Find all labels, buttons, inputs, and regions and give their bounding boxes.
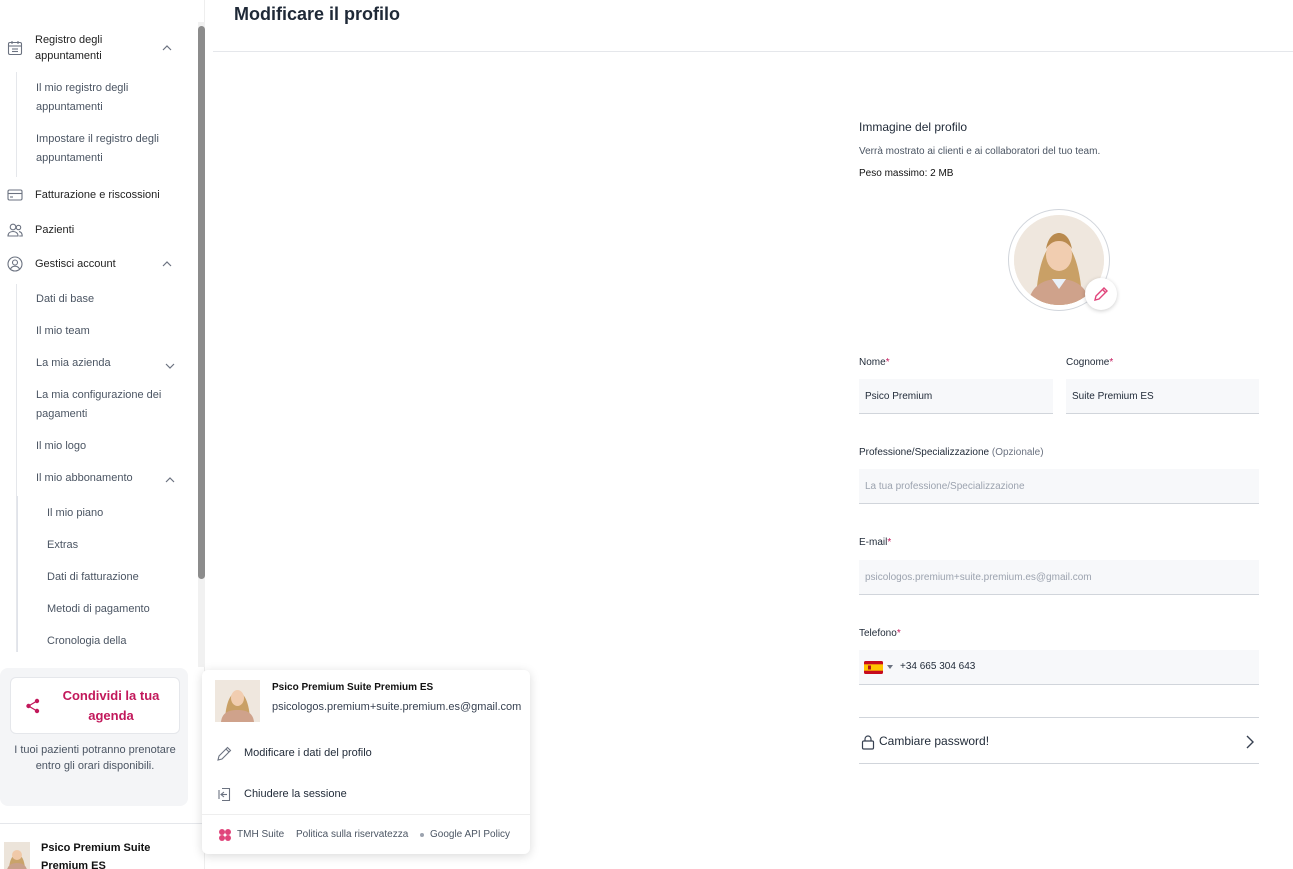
share-icon	[26, 698, 40, 714]
cognome-input[interactable]: Suite Premium ES	[1066, 379, 1259, 414]
submenu-line	[16, 72, 17, 177]
sidebar-sub-azienda[interactable]: La mia azienda	[36, 354, 171, 373]
sidebar-sub-cronologia[interactable]: Cronologia della	[47, 632, 127, 651]
optional-mark: (Opzionale)	[991, 447, 1044, 458]
sidebar-item-pazienti[interactable]: Pazienti	[35, 222, 74, 238]
telefono-label: Telefono*	[859, 628, 901, 639]
caret-down-icon[interactable]	[887, 665, 893, 669]
telefono-label-text: Telefono	[859, 628, 897, 639]
chevron-right-icon	[1246, 735, 1254, 749]
profile-image-title: Immagine del profilo	[859, 120, 968, 134]
menu-user-name: Psico Premium Suite Premium ES	[272, 682, 434, 693]
logout-menu-item[interactable]: Chiudere la sessione	[214, 783, 514, 807]
sidebar-sub-piano[interactable]: Il mio piano	[47, 504, 103, 523]
account-circle-icon	[7, 256, 23, 272]
professione-input[interactable]: La tua professione/Specializzazione	[859, 469, 1259, 504]
pencil-icon	[217, 746, 232, 761]
separator-dot	[420, 833, 424, 837]
menu-user-email: psicologos.premium+suite.premium.es@gmai…	[272, 701, 522, 713]
sidebar-nav: Registro degli appuntamenti Il mio regis…	[0, 0, 198, 660]
avatar	[215, 680, 260, 722]
required-mark: *	[887, 537, 892, 548]
profile-image-max-weight: Peso massimo: 2 MB	[859, 168, 954, 179]
email-label: E-mail*	[859, 537, 891, 548]
brand-name: TMH Suite	[237, 829, 285, 840]
chevron-up-icon[interactable]	[164, 474, 176, 486]
sidebar-sub-metodi[interactable]: Metodi di pagamento	[47, 600, 150, 619]
required-mark: *	[896, 628, 901, 639]
pencil-icon	[1094, 287, 1108, 301]
google-api-policy-link[interactable]: Google API Policy	[430, 829, 510, 840]
nome-input[interactable]: Psico Premium	[859, 379, 1053, 414]
edit-profile-label: Modificare i dati del profilo	[244, 747, 372, 759]
share-agenda-label: Condividi la tua agenda	[62, 688, 160, 723]
credit-card-icon	[7, 187, 23, 203]
chevron-up-icon[interactable]	[161, 258, 173, 270]
professione-label-text: Professione/Specializzazione	[859, 447, 990, 458]
share-agenda-card: Condividi la tua agenda I tuoi pazienti …	[0, 668, 188, 806]
nome-label-text: Nome	[859, 357, 886, 368]
menu-footer: TMH Suite Politica sulla riservatezza Go…	[202, 814, 530, 854]
sidebar-item-fatturazione[interactable]: Fatturazione e riscossioni	[35, 187, 160, 203]
avatar	[4, 842, 30, 869]
sidebar-sub-abbonamento[interactable]: Il mio abbonamento	[36, 469, 171, 488]
required-mark: *	[885, 357, 890, 368]
sidebar-item-registro[interactable]: Registro degli appuntamenti	[35, 32, 145, 64]
header-divider	[213, 51, 1293, 52]
spain-flag-icon[interactable]	[864, 661, 883, 674]
chevron-up-icon[interactable]	[161, 42, 173, 54]
sidebar-sub-pagamenti[interactable]: La mia configurazione dei pagamenti	[36, 386, 166, 424]
sidebar-sub-dati-base[interactable]: Dati di base	[36, 290, 171, 309]
user-name: Psico Premium Suite Premium ES	[41, 842, 151, 869]
sidebar: Registro degli appuntamenti Il mio regis…	[0, 0, 205, 869]
edit-profile-menu-item[interactable]: Modificare i dati del profilo	[214, 742, 514, 766]
tmh-logo-icon	[219, 829, 231, 841]
sidebar-sub-extras[interactable]: Extras	[47, 536, 78, 555]
change-password-label: Cambiare password!	[879, 734, 990, 748]
share-agenda-button[interactable]: Condividi la tua agenda	[10, 677, 180, 734]
share-agenda-description: I tuoi pazienti potranno prenotare entro…	[14, 744, 176, 772]
calendar-icon	[7, 40, 23, 56]
privacy-policy-link[interactable]: Politica sulla riservatezza	[296, 829, 408, 840]
cognome-label-text: Cognome	[1066, 357, 1110, 368]
required-mark: *	[1109, 357, 1114, 368]
sidebar-sub-logo[interactable]: Il mio logo	[36, 437, 171, 456]
cognome-label: Cognome*	[1066, 357, 1113, 368]
nome-label: Nome*	[859, 357, 890, 368]
profile-image-description: Verrà mostrato ai clienti e ai collabora…	[859, 146, 1101, 157]
lock-icon	[861, 735, 875, 750]
logout-icon	[218, 787, 231, 802]
users-icon	[7, 222, 23, 238]
submenu-line	[17, 496, 18, 652]
logout-label: Chiudere la sessione	[244, 788, 347, 800]
sidebar-sub-registro-impostare[interactable]: Impostare il registro degli appuntamenti	[36, 130, 171, 168]
profile-menu: Psico Premium Suite Premium ES psicologo…	[202, 670, 530, 854]
user-footer[interactable]: Psico Premium Suite Premium ES	[0, 823, 205, 869]
edit-photo-button[interactable]	[1085, 278, 1117, 310]
email-label-text: E-mail	[859, 537, 888, 548]
professione-label: Professione/Specializzazione (Opzionale)	[859, 447, 1044, 458]
scrollbar-thumb[interactable]	[198, 26, 205, 579]
page-title: Modificare il profilo	[234, 4, 401, 24]
sidebar-sub-dati-fatturazione[interactable]: Dati di fatturazione	[47, 568, 139, 587]
change-password-row[interactable]: Cambiare password!	[859, 717, 1259, 764]
sidebar-sub-team[interactable]: Il mio team	[36, 322, 171, 341]
sidebar-item-account[interactable]: Gestisci account	[35, 256, 116, 272]
chevron-down-icon[interactable]	[164, 360, 176, 372]
telefono-value: +34 665 304 643	[900, 661, 976, 672]
sidebar-sub-registro-mio[interactable]: Il mio registro degli appuntamenti	[36, 79, 171, 117]
email-field[interactable]: psicologos.premium+suite.premium.es@gmai…	[859, 560, 1259, 595]
